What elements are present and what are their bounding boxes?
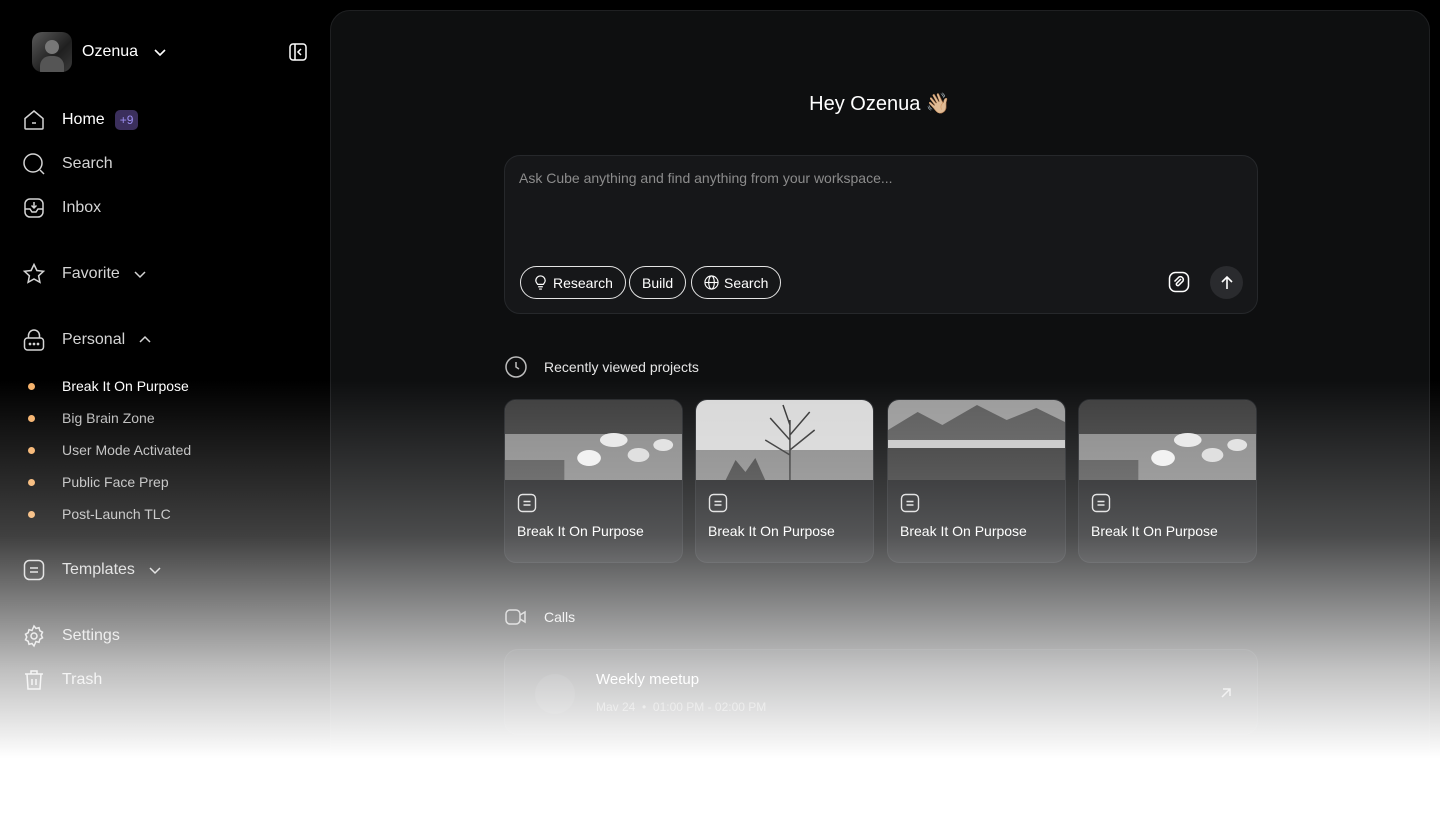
sidebar-item-label: Favorite: [62, 265, 120, 282]
project-thumbnail: [1079, 400, 1256, 480]
sidebar: Ozenua Home +9 Search Inbox Favorite Per…: [0, 0, 330, 825]
research-button[interactable]: Research: [520, 266, 626, 299]
status-dot: [28, 478, 35, 486]
video-camera-icon: [505, 609, 526, 625]
paperclip-icon: [1168, 271, 1190, 293]
template-icon: [22, 558, 46, 582]
section-title: Recently viewed projects: [544, 359, 699, 375]
notification-badge: +9: [114, 110, 139, 130]
project-thumbnail: [888, 400, 1065, 480]
chevron-up-icon[interactable]: [137, 332, 153, 348]
project-card[interactable]: Break It On Purpose: [887, 399, 1066, 563]
search-icon: [22, 152, 46, 176]
sidebar-item-label: Trash: [62, 671, 103, 688]
section-title: Calls: [544, 609, 576, 625]
sidebar-subitem[interactable]: User Mode Activated: [28, 440, 191, 460]
sidebar-item-label: Home: [62, 111, 105, 128]
sidebar-collapse-icon[interactable]: [288, 42, 308, 62]
project-card-title: Break It On Purpose: [1091, 523, 1218, 539]
status-dot: [28, 414, 35, 422]
sidebar-subitem-label: Break It On Purpose: [62, 378, 189, 394]
document-icon: [1091, 493, 1111, 513]
globe-icon: [704, 275, 719, 290]
status-dot: [28, 446, 35, 454]
sidebar-item-search[interactable]: Search: [22, 152, 113, 176]
clock-icon: [505, 356, 527, 378]
project-card[interactable]: Break It On Purpose: [504, 399, 683, 563]
call-meta: Mav 24 • 01:00 PM - 02:00 PM: [596, 700, 767, 714]
calls-header: Calls: [504, 605, 575, 629]
inbox-icon: [22, 196, 46, 220]
sidebar-subitem[interactable]: Break It On Purpose: [28, 376, 189, 396]
status-dot: [28, 510, 35, 518]
sidebar-item-label: Search: [62, 155, 113, 172]
sidebar-item-settings[interactable]: Settings: [22, 624, 120, 648]
project-thumbnail: [505, 400, 682, 480]
search-button[interactable]: Search: [691, 266, 782, 299]
project-card-title: Break It On Purpose: [708, 523, 835, 539]
sidebar-subitem-label: Post-Launch TLC: [62, 506, 171, 522]
project-card[interactable]: Break It On Purpose: [695, 399, 874, 563]
build-button[interactable]: Build: [629, 266, 687, 299]
call-title: Weekly meetup: [596, 671, 700, 688]
sidebar-item-favorite[interactable]: Favorite: [22, 262, 148, 286]
call-time: 01:00 PM - 02:00 PM: [652, 700, 767, 714]
sidebar-item-label: Templates: [62, 561, 135, 578]
sidebar-subitem[interactable]: Public Face Prep: [28, 472, 169, 492]
document-icon: [708, 493, 728, 513]
sidebar-item-personal[interactable]: Personal: [22, 328, 153, 352]
profile-switcher[interactable]: Ozenua: [32, 32, 168, 72]
home-icon: [22, 108, 46, 132]
attach-button[interactable]: [1166, 269, 1192, 295]
search-label: Search: [724, 274, 769, 291]
send-button[interactable]: [1210, 266, 1243, 299]
greeting-heading: Hey Ozenua 👋🏼: [809, 93, 951, 115]
external-link-icon[interactable]: [1218, 685, 1234, 701]
trash-icon: [22, 668, 46, 692]
project-card-title: Break It On Purpose: [900, 523, 1027, 539]
sidebar-subitem[interactable]: Big Brain Zone: [28, 408, 155, 428]
arrow-up-icon: [1220, 275, 1233, 289]
sidebar-item-label: Inbox: [62, 199, 102, 216]
lock-icon: [22, 328, 46, 352]
chevron-down-icon: [154, 49, 166, 57]
gear-icon: [22, 624, 46, 648]
document-icon: [517, 493, 537, 513]
lightbulb-icon: [535, 275, 546, 290]
status-dot: [28, 382, 35, 390]
sidebar-item-trash[interactable]: Trash: [22, 668, 102, 692]
call-date: Mav 24: [596, 700, 636, 714]
project-card-title: Break It On Purpose: [517, 523, 644, 539]
sidebar-item-label: Personal: [62, 331, 126, 348]
project-thumbnail: [696, 400, 873, 480]
sidebar-item-inbox[interactable]: Inbox: [22, 196, 101, 220]
app-window: Ozenua Home +9 Search Inbox Favorite Per…: [0, 0, 1440, 825]
sidebar-item-templates[interactable]: Templates: [22, 558, 163, 582]
sidebar-item-home[interactable]: Home +9: [22, 108, 139, 132]
star-icon: [22, 262, 46, 286]
sidebar-subitem-label: User Mode Activated: [62, 442, 192, 458]
recent-projects-header: Recently viewed projects: [504, 355, 699, 379]
profile-name: Ozenua: [82, 43, 139, 60]
prompt-input[interactable]: [519, 170, 1219, 186]
build-label: Build: [642, 274, 674, 291]
project-card[interactable]: Break It On Purpose: [1078, 399, 1257, 563]
sidebar-item-label: Settings: [62, 627, 120, 644]
research-label: Research: [553, 274, 613, 291]
sidebar-subitem-label: Big Brain Zone: [62, 410, 155, 426]
main-panel: Hey Ozenua 👋🏼 Research Build Search: [330, 10, 1430, 825]
chevron-down-icon[interactable]: [132, 266, 148, 282]
sidebar-subitem[interactable]: Post-Launch TLC: [28, 504, 171, 524]
video-call-icon: [535, 674, 575, 714]
document-icon: [900, 493, 920, 513]
prompt-box: Research Build Search: [504, 155, 1258, 314]
call-item[interactable]: Weekly meetup Mav 24 • 01:00 PM - 02:00 …: [504, 649, 1258, 735]
avatar: [32, 32, 72, 72]
chevron-down-icon[interactable]: [147, 562, 163, 578]
sidebar-subitem-label: Public Face Prep: [62, 474, 169, 490]
